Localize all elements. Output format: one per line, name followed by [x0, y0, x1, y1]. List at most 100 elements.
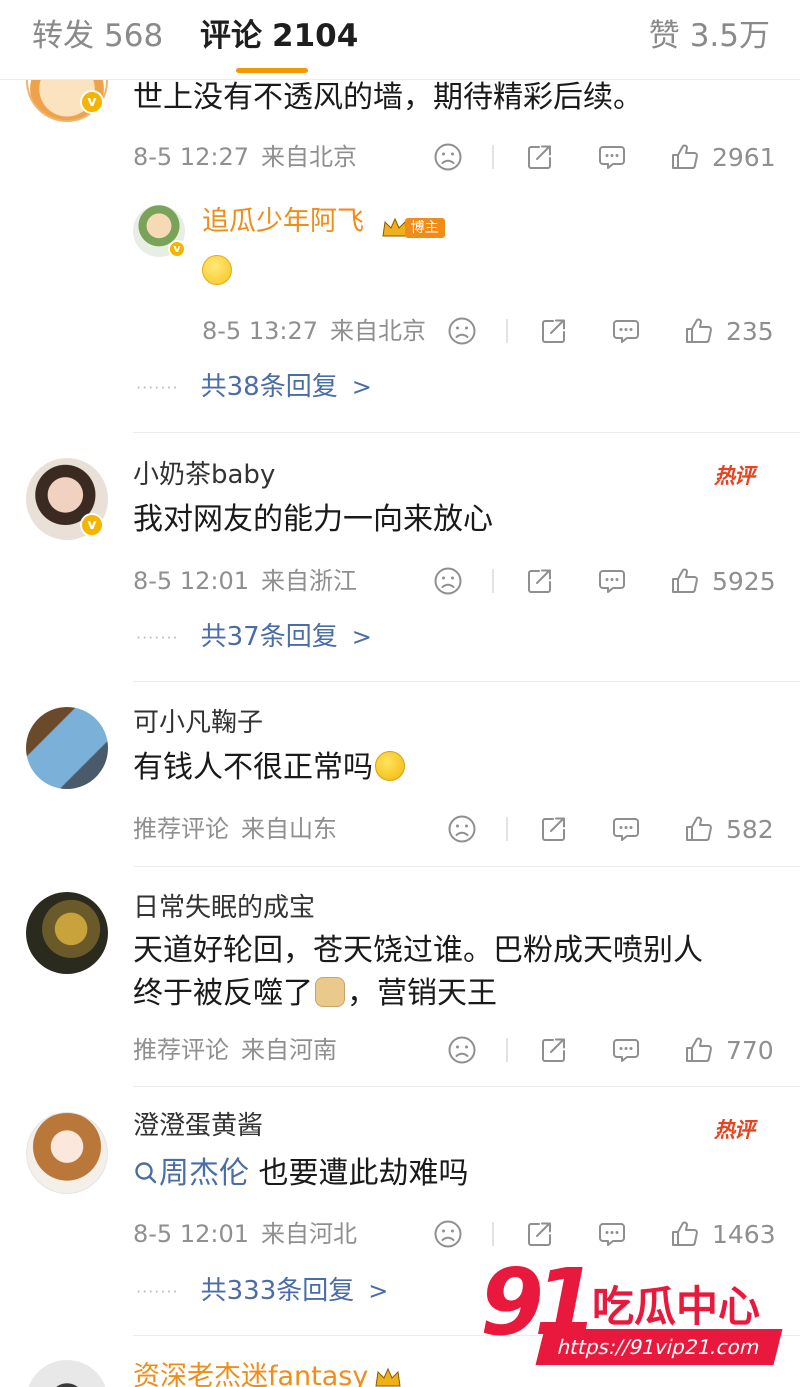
- like-icon: [684, 814, 714, 844]
- divider: [133, 432, 800, 433]
- dots: ·······: [136, 377, 179, 397]
- comment-text-part-a: 终于被反噬了: [133, 976, 313, 1011]
- avatar[interactable]: [26, 1112, 108, 1194]
- comment-actions: 1463: [0, 1217, 800, 1251]
- like-icon: [670, 142, 700, 172]
- repost-icon[interactable]: [539, 812, 569, 846]
- verified-badge-icon: v: [80, 513, 104, 537]
- comment-text-part-b: ，营销天王: [347, 976, 497, 1011]
- crown-icon: [375, 1367, 401, 1386]
- like-icon: [670, 566, 700, 596]
- separator: [506, 817, 508, 841]
- comment-text-line-1: 天道好轮回，苍天饶过谁。巴粉成天喷别人: [133, 933, 703, 968]
- like-icon: [670, 1219, 700, 1249]
- like-count: 770: [726, 1035, 774, 1065]
- comment-actions: 770: [0, 1033, 800, 1067]
- comment-text-line-2: 终于被反噬了 ，营销天王: [133, 972, 497, 1015]
- blogger-badge: 博主: [381, 211, 445, 238]
- like-button[interactable]: 770: [684, 1033, 774, 1067]
- search-icon: [135, 1162, 157, 1184]
- repost-icon[interactable]: [525, 140, 555, 174]
- comment-icon[interactable]: [597, 1217, 627, 1251]
- view-replies-link[interactable]: ······· 共333条回复 >: [136, 1274, 388, 1309]
- like-count: 5925: [712, 566, 776, 596]
- repost-icon[interactable]: [539, 1033, 569, 1067]
- comment-text-content: 也要遭此劫难吗: [249, 1156, 469, 1191]
- separator: [492, 145, 494, 169]
- verified-badge-icon: v: [168, 240, 186, 258]
- comment-icon[interactable]: [611, 812, 641, 846]
- username[interactable]: 澄澄蛋黄酱: [133, 1109, 263, 1143]
- comment-icon[interactable]: [611, 314, 641, 348]
- smile-emoji-icon: [202, 255, 232, 285]
- comment-text: 有钱人不很正常吗: [133, 746, 405, 789]
- replies-count-text: 共38条回复: [200, 372, 338, 402]
- separator: [506, 1038, 508, 1062]
- repost-icon[interactable]: [525, 564, 555, 598]
- watermark-url: https://91vip21.com: [535, 1329, 783, 1365]
- divider: [133, 1086, 800, 1087]
- hot-comment-badge: 热评: [714, 456, 764, 490]
- tab-repost[interactable]: 转发 568: [32, 16, 163, 56]
- chevron-right-icon: >: [368, 1277, 389, 1305]
- comment-icon[interactable]: [597, 140, 627, 174]
- like-button[interactable]: 5925: [670, 564, 776, 598]
- avatar[interactable]: [26, 707, 108, 789]
- view-replies-link[interactable]: ······· 共38条回复 >: [136, 370, 372, 405]
- divider: [133, 681, 800, 682]
- like-button[interactable]: 2961: [670, 140, 776, 174]
- tab-likes[interactable]: 赞 3.5万: [649, 16, 770, 56]
- tab-likes-label: 赞: [648, 18, 680, 54]
- chevron-right-icon: >: [351, 623, 372, 651]
- doge-emoji-icon: [315, 977, 345, 1007]
- dots: ·······: [136, 627, 179, 647]
- avatar[interactable]: [26, 1360, 108, 1387]
- username[interactable]: 日常失眠的成宝: [133, 891, 315, 925]
- reply-actions: 235: [0, 314, 800, 348]
- replies-count-text: 共37条回复: [200, 622, 338, 652]
- dislike-icon[interactable]: [447, 1033, 477, 1067]
- username-text: 资深老杰迷fantasy: [133, 1361, 369, 1387]
- hot-comment-badge: 热评: [714, 1110, 764, 1144]
- search-topic-text: 周杰伦: [159, 1156, 249, 1191]
- reply-username-text: 追瓜少年阿飞: [202, 206, 364, 237]
- like-button[interactable]: 235: [684, 314, 774, 348]
- chevron-right-icon: >: [351, 373, 372, 401]
- reply-username[interactable]: 追瓜少年阿飞 博主: [202, 205, 445, 239]
- like-button[interactable]: 1463: [670, 1217, 776, 1251]
- dislike-icon[interactable]: [447, 314, 477, 348]
- like-icon: [684, 316, 714, 346]
- dislike-icon[interactable]: [433, 140, 463, 174]
- laugh-cry-emoji-icon: [375, 751, 405, 781]
- dislike-icon[interactable]: [433, 564, 463, 598]
- watermark-logo: 91 吃瓜中心 https://91vip21.com: [480, 1249, 783, 1385]
- like-button[interactable]: 582: [684, 812, 774, 846]
- tab-repost-count: 568: [104, 18, 164, 54]
- verified-badge-icon: v: [80, 90, 104, 114]
- username[interactable]: 资深老杰迷fantasy: [133, 1360, 402, 1387]
- avatar[interactable]: [26, 892, 108, 974]
- replies-count-text: 共333条回复: [200, 1276, 355, 1306]
- username[interactable]: 可小凡鞠子: [133, 706, 263, 740]
- dislike-icon[interactable]: [433, 1217, 463, 1251]
- separator: [492, 1222, 494, 1246]
- dislike-icon[interactable]: [447, 812, 477, 846]
- tab-comments-count: 2104: [272, 18, 359, 54]
- tab-repost-label: 转发: [32, 18, 94, 54]
- hot-comment-label: 热评: [714, 1118, 755, 1142]
- repost-icon[interactable]: [525, 1217, 555, 1251]
- active-tab-indicator: [236, 68, 308, 73]
- tab-comments[interactable]: 评论 2104: [200, 16, 358, 56]
- repost-icon[interactable]: [539, 314, 569, 348]
- comment-icon[interactable]: [597, 564, 627, 598]
- like-count: 1463: [712, 1219, 776, 1249]
- comment-text-content: 有钱人不很正常吗: [133, 750, 373, 785]
- comment-text: 我对网友的能力一向来放心: [133, 502, 493, 537]
- tab-likes-count: 3.5万: [689, 18, 770, 54]
- search-topic-link[interactable]: 周杰伦: [133, 1156, 249, 1191]
- tab-comments-label: 评论: [200, 18, 262, 54]
- view-replies-link[interactable]: ······· 共37条回复 >: [136, 620, 372, 655]
- username[interactable]: 小奶茶baby: [133, 458, 275, 492]
- like-count: 582: [726, 814, 774, 844]
- comment-icon[interactable]: [611, 1033, 641, 1067]
